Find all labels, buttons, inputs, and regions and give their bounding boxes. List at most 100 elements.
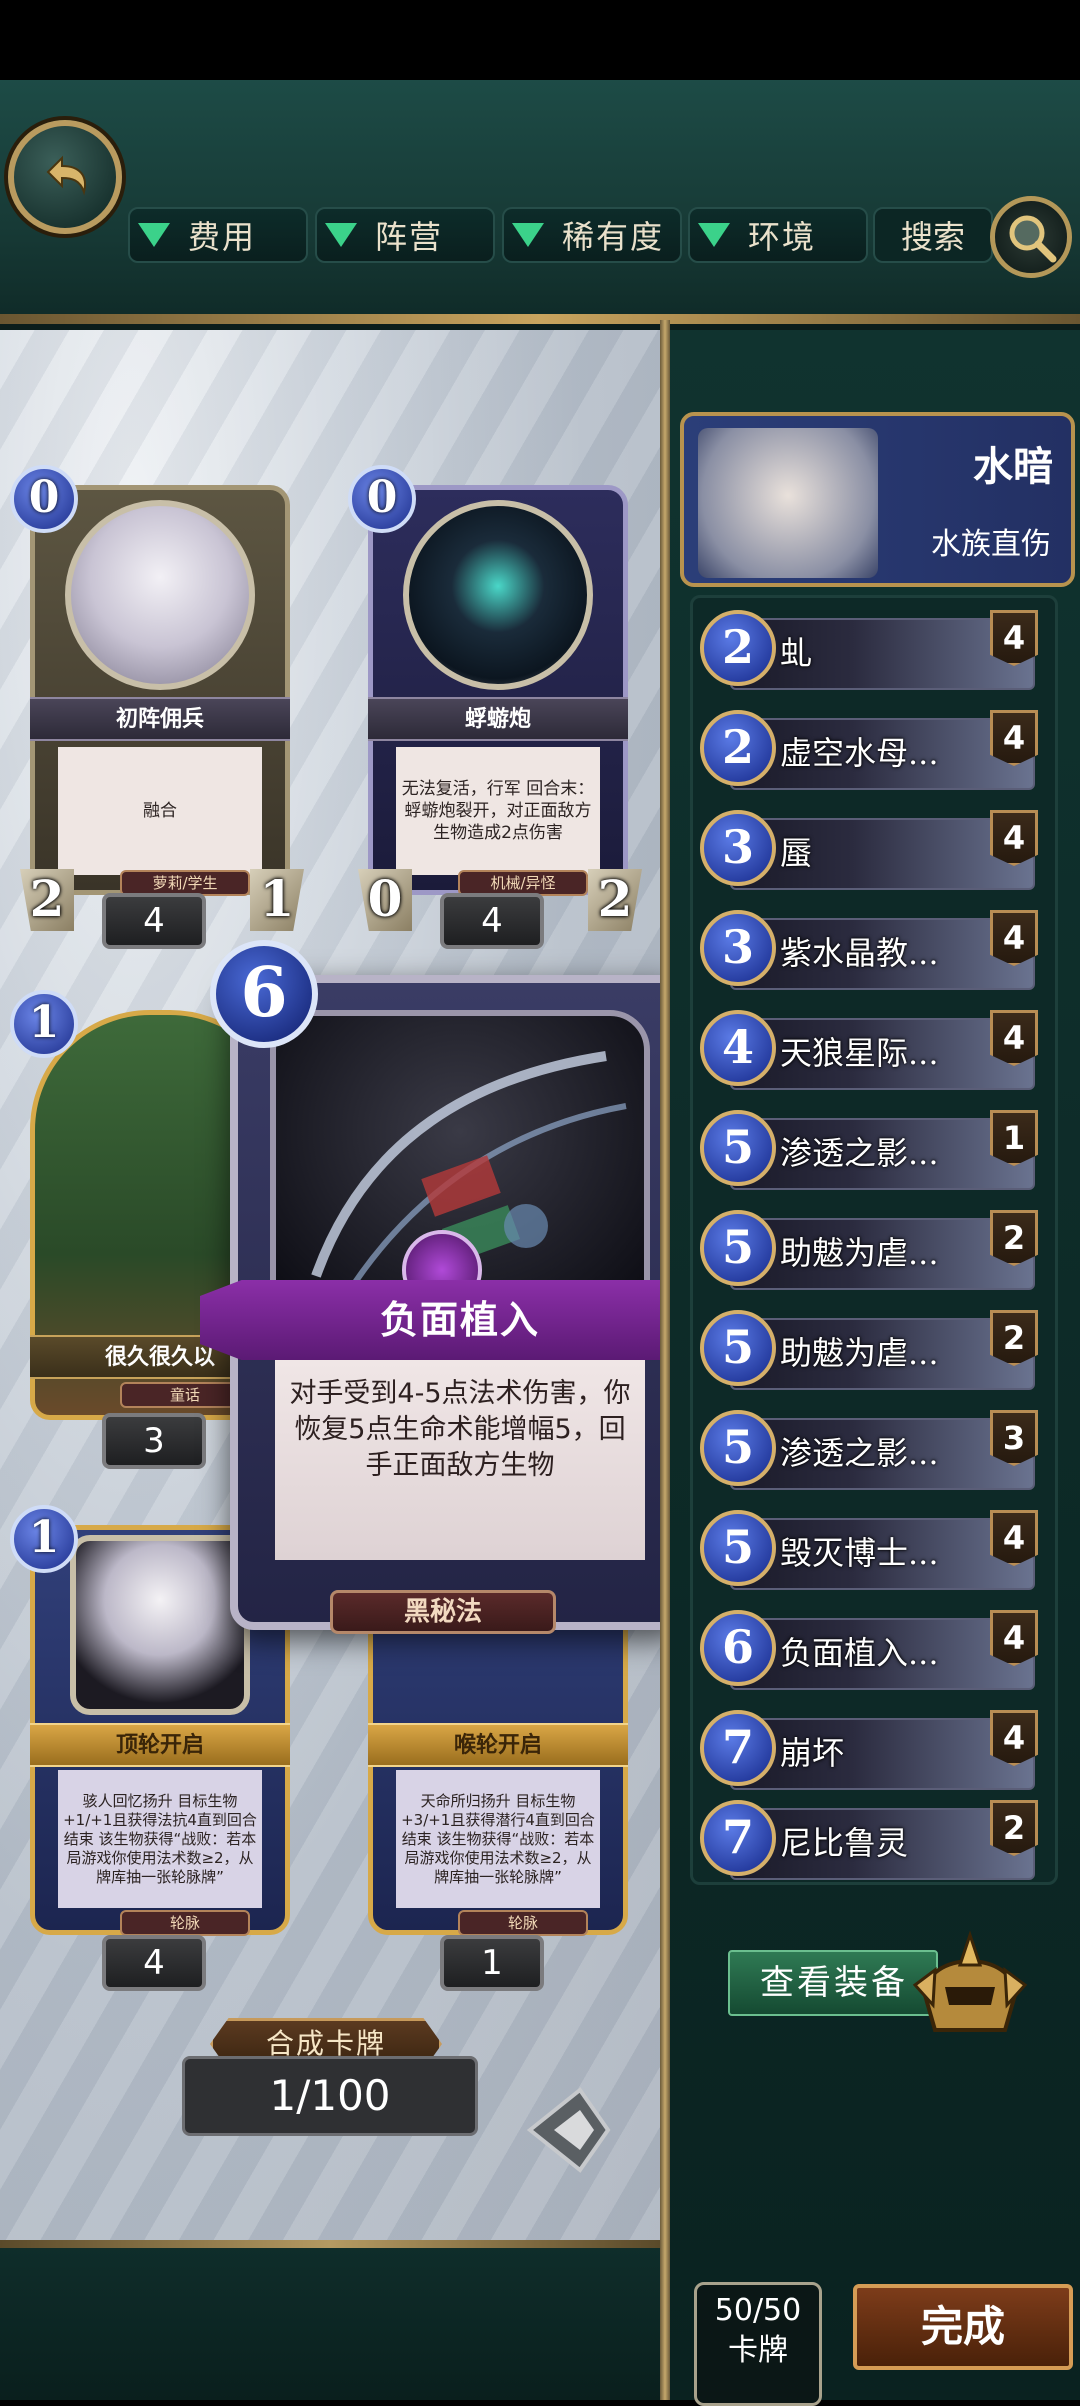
deck-list-item[interactable]: 紫水晶教... 3 4 xyxy=(700,910,1038,996)
filter-rarity[interactable]: 稀有度 xyxy=(502,207,682,263)
deck-item-art xyxy=(730,818,1035,890)
filter-cost-label: 费用 xyxy=(188,218,257,256)
filter-environment[interactable]: 环境 xyxy=(688,207,868,263)
deck-item-cost: 2 xyxy=(700,610,776,686)
filter-cost[interactable]: 费用 xyxy=(128,207,308,263)
card-description: 无法复活，行军 回合末：蜉蝣炮裂开，对正面敌方生物造成2点伤害 xyxy=(396,747,600,875)
deck-item-name: 尼比鲁灵 xyxy=(780,1824,909,1862)
helmet-icon xyxy=(905,1925,1035,2040)
filter-rarity-label: 稀有度 xyxy=(562,218,665,256)
card-detail-cost: 6 xyxy=(210,940,318,1048)
panel-divider xyxy=(660,320,670,2400)
deck-list-item[interactable]: 虬2 4 xyxy=(700,610,1038,696)
card-cost: 1 xyxy=(10,990,78,1058)
card-owned-count: 3 xyxy=(102,1413,206,1469)
card-detail-name: 负面植入 xyxy=(200,1280,720,1360)
deck-item-quantity: 4 xyxy=(990,910,1038,966)
deck-item-name: 毁灭博士... xyxy=(780,1534,939,1572)
page-indicator: 1/100 xyxy=(182,2056,478,2136)
card-tag: 轮脉 xyxy=(458,1910,588,1936)
card-owned-count: 4 xyxy=(102,1935,206,1991)
card-cost: 1 xyxy=(10,1505,78,1573)
dropdown-triangle-icon xyxy=(138,223,170,247)
card-detail-tag: 黑秘法 xyxy=(330,1590,556,1634)
bottom-bar xyxy=(0,2240,660,2400)
collection-card[interactable]: 蜉蝣炮 无法复活，行军 回合末：蜉蝣炮裂开，对正面敌方生物造成2点伤害 机械/异… xyxy=(348,465,642,931)
filter-faction-label: 阵营 xyxy=(375,218,444,256)
card-name: 喉轮开启 xyxy=(368,1723,628,1767)
deck-item-name: 负面植入... xyxy=(780,1634,939,1672)
deck-item-name: 蜃 xyxy=(780,834,813,872)
card-owned-count: 4 xyxy=(102,893,206,949)
deck-list-item[interactable]: 毁灭博士... 5 4 xyxy=(700,1510,1038,1596)
deck-item-name: 助魃为虐... xyxy=(780,1234,939,1272)
dropdown-triangle-icon xyxy=(698,223,730,247)
card-description: 骇人回忆扬升 目标生物+1/+1且获得法抗4直到回合结束 该生物获得“战败：若本… xyxy=(58,1770,262,1908)
dropdown-triangle-icon xyxy=(512,223,544,247)
deck-list-item[interactable]: 助魃为虐... 5 2 xyxy=(700,1210,1038,1296)
deck-item-cost: 5 xyxy=(700,1510,776,1586)
deck-item-cost: 6 xyxy=(700,1610,776,1686)
deck-list-item[interactable]: 崩坏 7 4 xyxy=(700,1710,1038,1796)
status-bar xyxy=(0,0,1080,80)
deck-item-name: 渗透之影... xyxy=(780,1434,939,1472)
deck-item-quantity: 2 xyxy=(990,1310,1038,1366)
deck-item-quantity: 4 xyxy=(990,1010,1038,1066)
card-detail-popup[interactable]: 负面植入 对手受到4-5点法术伤害，你恢复5点生命术能增幅5，回手正面敌方生物 … xyxy=(200,940,720,1640)
deck-card-count: 50/50 xyxy=(714,2293,802,2328)
filter-environment-label: 环境 xyxy=(748,218,817,256)
done-button[interactable]: 完成 xyxy=(853,2284,1073,2370)
hero-card[interactable]: 水暗 水族直伤 xyxy=(680,412,1075,587)
deck-item-cost: 5 xyxy=(700,1110,776,1186)
deck-item-name: 虬 xyxy=(780,634,813,672)
deck-item-name: 紫水晶教... xyxy=(780,934,939,972)
deck-list-item[interactable]: 渗透之影... 5 3 xyxy=(700,1410,1038,1496)
card-portrait xyxy=(403,500,593,690)
card-tag: 轮脉 xyxy=(120,1910,250,1936)
deck-item-name: 天狼星际... xyxy=(780,1034,939,1072)
deck-item-cost: 5 xyxy=(700,1310,776,1386)
deck-card-label: 卡牌 xyxy=(728,2333,788,2368)
deck-list-item[interactable]: 天狼星际... 4 4 xyxy=(700,1010,1038,1096)
deck-item-cost: 5 xyxy=(700,1210,776,1286)
deck-item-cost: 3 xyxy=(700,910,776,986)
deck-list-item[interactable]: 渗透之影... 5 1 xyxy=(700,1110,1038,1196)
next-page-button[interactable] xyxy=(520,2080,612,2180)
card-detail-description: 对手受到4-5点法术伤害，你恢复5点生命术能增幅5，回手正面敌方生物 xyxy=(275,1360,645,1560)
search-input[interactable]: 搜索 xyxy=(873,207,993,263)
deck-list-item[interactable]: 负面植入... 6 4 xyxy=(700,1610,1038,1696)
card-portrait xyxy=(65,500,255,690)
deck-card-total: 50/50 卡牌 xyxy=(694,2282,822,2406)
deck-list-item[interactable]: 尼比鲁灵 7 2 xyxy=(700,1800,1038,1880)
deck-item-art xyxy=(730,1718,1035,1790)
card-cost: 0 xyxy=(10,465,78,533)
deck-list-item[interactable]: 虚空水母... 2 4 xyxy=(700,710,1038,796)
card-owned-count: 1 xyxy=(440,1935,544,1991)
deck-item-name: 崩坏 xyxy=(780,1734,845,1772)
deck-item-cost: 2 xyxy=(700,710,776,786)
deck-item-quantity: 1 xyxy=(990,1110,1038,1166)
dropdown-triangle-icon xyxy=(325,223,357,247)
deck-list-item[interactable]: 助魃为虐... 5 2 xyxy=(700,1310,1038,1396)
search-button[interactable] xyxy=(990,196,1072,278)
deck-item-name: 虚空水母... xyxy=(780,734,939,772)
filter-bar xyxy=(0,80,1080,330)
card-name: 顶轮开启 xyxy=(30,1723,290,1767)
collection-card[interactable]: 初阵佣兵 融合 萝莉/学生 0 2 1 xyxy=(10,465,304,931)
filter-faction[interactable]: 阵营 xyxy=(315,207,495,263)
deck-item-quantity: 4 xyxy=(990,610,1038,666)
card-cost: 0 xyxy=(348,465,416,533)
chevron-right-icon xyxy=(526,2087,611,2173)
card-description: 天命所归扬升 目标生物+3/+1且获得潜行4直到回合结束 该生物获得“战败：若本… xyxy=(396,1770,600,1908)
deck-item-quantity: 4 xyxy=(990,1510,1038,1566)
deck-item-cost: 7 xyxy=(700,1710,776,1786)
hero-subtitle: 水族直伤 xyxy=(931,527,1051,562)
deck-item-name: 渗透之影... xyxy=(780,1134,939,1172)
deck-item-quantity: 4 xyxy=(990,1710,1038,1766)
card-name: 初阵佣兵 xyxy=(30,697,290,741)
magnifier-icon xyxy=(1009,215,1057,263)
deck-list-item[interactable]: 蜃3 4 xyxy=(700,810,1038,896)
deck-item-art xyxy=(730,618,1035,690)
back-button[interactable] xyxy=(8,120,122,234)
deck-item-quantity: 2 xyxy=(990,1210,1038,1266)
